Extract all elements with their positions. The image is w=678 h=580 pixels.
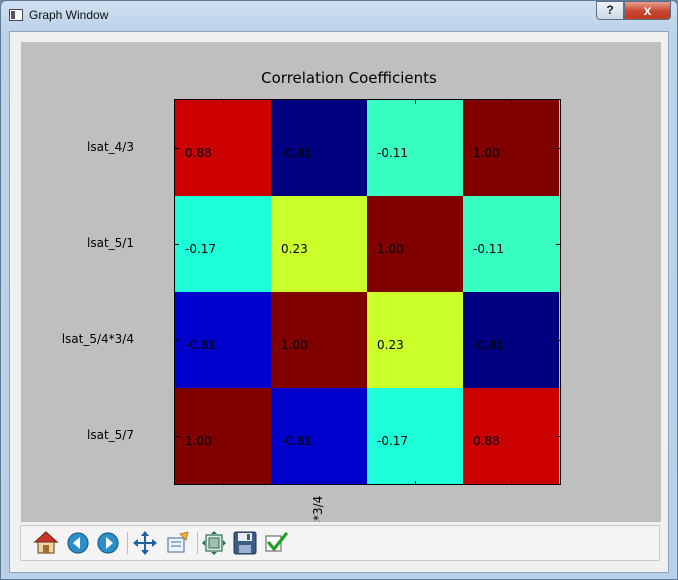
window-client-area: Correlation Coefficients 0.88 -0.81 -0.11 1… [9, 31, 669, 573]
cell-value-label: -0.81 [473, 338, 505, 352]
y-tick-mark [556, 436, 560, 437]
x-tick-label: lsat_5/4*3/4 [311, 496, 325, 522]
plot-canvas[interactable]: Correlation Coefficients 0.88 -0.81 -0.11 1… [21, 42, 661, 522]
window-title: Graph Window [29, 8, 109, 22]
heatmap-cell: -0.81 [271, 388, 367, 484]
y-tick-mark [556, 340, 560, 341]
zoom-icon [165, 530, 191, 556]
pan-button[interactable] [132, 530, 158, 556]
cell-value-label: -0.17 [377, 434, 409, 448]
app-window-icon [9, 9, 23, 21]
cell-value-label: 0.88 [185, 146, 212, 160]
heatmap-cell: 1.00 [463, 100, 559, 196]
cell-value-label: 1.00 [377, 242, 404, 256]
cell-value-label: 0.23 [377, 338, 404, 352]
toolbar-separator [197, 532, 198, 554]
heatmap-cell: -0.17 [175, 196, 271, 292]
heatmap-cell: -0.17 [367, 388, 463, 484]
back-arrow-icon [65, 530, 91, 556]
cell-value-label: -0.81 [185, 338, 217, 352]
cell-value-label: 1.00 [185, 434, 212, 448]
y-tick-mark [556, 244, 560, 245]
graph-window: Graph Window ? x Correlation Coefficient… [0, 0, 678, 580]
cell-value-label: 1.00 [281, 338, 308, 352]
zoom-button[interactable] [165, 530, 191, 556]
heatmap-cell: -0.81 [271, 100, 367, 196]
y-tick-mark [175, 436, 179, 437]
x-tick-mark [511, 100, 512, 104]
heatmap-cell: 1.00 [271, 292, 367, 388]
heatmap-cell: 1.00 [175, 388, 271, 484]
heatmap-cell: -0.11 [463, 196, 559, 292]
cell-value-label: 1.00 [473, 146, 500, 160]
cell-value-label: -0.17 [185, 242, 217, 256]
heatmap-grid: 0.88 -0.81 -0.11 1.00 -0.17 0.23 1.00 -0.11 -0.8… [174, 99, 561, 485]
x-tick-label: lsat_5/1 [407, 521, 421, 522]
checkmark-icon [263, 530, 289, 556]
x-tick-mark [415, 100, 416, 104]
x-tick-label: lsat_5/7 [215, 521, 229, 522]
pan-icon [132, 530, 158, 556]
heatmap-cell: 0.23 [271, 196, 367, 292]
home-icon [33, 530, 59, 556]
forward-arrow-icon [95, 530, 121, 556]
save-button[interactable] [232, 530, 258, 556]
x-tick-mark [223, 100, 224, 104]
heatmap-cell: 0.88 [175, 100, 271, 196]
heatmap-cell: -0.81 [463, 292, 559, 388]
heatmap-cell: 1.00 [367, 196, 463, 292]
close-button[interactable]: x [624, 1, 671, 20]
configure-subplots-button[interactable] [201, 530, 227, 556]
edit-parameters-button[interactable] [263, 530, 289, 556]
cell-value-label: -0.11 [377, 146, 409, 160]
x-tick-label: lsat_4/3 [503, 521, 517, 522]
subplots-icon [201, 530, 227, 556]
heatmap-cell: -0.81 [175, 292, 271, 388]
y-tick-label: lsat_5/7 [87, 428, 134, 442]
x-tick-mark [223, 481, 224, 485]
x-tick-mark [415, 481, 416, 485]
cell-value-label: -0.81 [281, 146, 313, 160]
cell-value-label: 0.88 [473, 434, 500, 448]
home-button[interactable] [33, 530, 59, 556]
y-tick-label: lsat_5/1 [87, 236, 134, 250]
back-button[interactable] [65, 530, 91, 556]
heatmap-cell: 0.88 [463, 388, 559, 484]
save-icon [232, 530, 258, 556]
cell-value-label: -0.81 [281, 434, 313, 448]
help-button[interactable]: ? [596, 1, 624, 20]
toolbar-separator [127, 532, 128, 554]
y-tick-label: lsat_4/3 [87, 140, 134, 154]
cell-value-label: -0.11 [473, 242, 505, 256]
y-tick-label: lsat_5/4*3/4 [61, 332, 134, 346]
y-tick-mark [175, 340, 179, 341]
chart-title: Correlation Coefficients [261, 69, 437, 87]
title-bar[interactable]: Graph Window ? x [1, 1, 677, 31]
cell-value-label: 0.23 [281, 242, 308, 256]
x-tick-mark [319, 100, 320, 104]
y-tick-mark [556, 148, 560, 149]
heatmap-cell: 0.23 [367, 292, 463, 388]
x-tick-mark [511, 481, 512, 485]
navigation-toolbar [20, 525, 660, 561]
y-tick-mark [175, 244, 179, 245]
forward-button[interactable] [95, 530, 121, 556]
heatmap-cell: -0.11 [367, 100, 463, 196]
x-tick-mark [319, 481, 320, 485]
y-tick-mark [175, 148, 179, 149]
